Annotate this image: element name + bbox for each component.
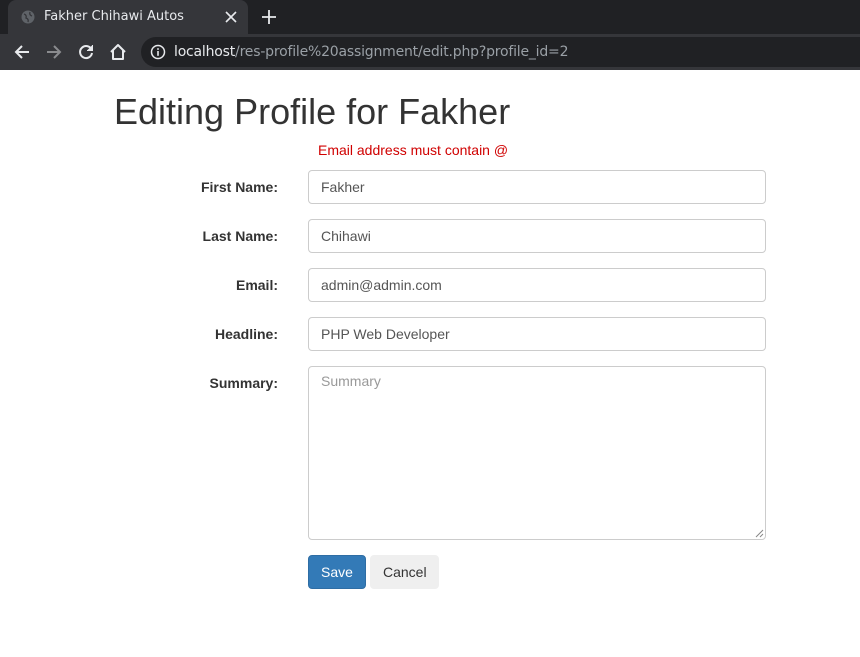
home-icon[interactable]	[108, 42, 128, 62]
close-icon[interactable]	[224, 10, 238, 24]
tab-title: Fakher Chihawi Autos	[44, 9, 184, 24]
first-name-input[interactable]	[308, 170, 766, 204]
first-name-label: First Name:	[200, 179, 278, 195]
page-title: Editing Profile for Fakher	[114, 91, 511, 132]
resize-grip-icon[interactable]	[754, 528, 764, 538]
info-icon[interactable]	[150, 44, 166, 60]
headline-label: Headline:	[214, 326, 278, 342]
reload-icon[interactable]	[76, 42, 96, 62]
url-path: /res-profile%20assignment/edit.php?profi…	[235, 44, 569, 60]
forward-arrow-icon[interactable]	[44, 42, 64, 62]
last-name-input[interactable]	[308, 219, 766, 253]
browser-tabstrip: Fakher Chihawi Autos	[0, 0, 860, 34]
cancel-button[interactable]: Cancel	[370, 555, 439, 589]
browser-toolbar: localhost/res-profile%20assignment/edit.…	[0, 34, 860, 70]
headline-input[interactable]	[308, 317, 766, 351]
address-bar[interactable]: localhost/res-profile%20assignment/edit.…	[141, 37, 860, 67]
browser-tab[interactable]: Fakher Chihawi Autos	[8, 0, 248, 34]
summary-textarea[interactable]	[308, 366, 766, 540]
error-message: Email address must contain @	[318, 142, 509, 158]
url-text: localhost/res-profile%20assignment/edit.…	[174, 44, 569, 60]
email-input[interactable]	[308, 268, 766, 302]
email-label: Email:	[235, 277, 278, 293]
back-arrow-icon[interactable]	[12, 42, 32, 62]
new-tab-icon[interactable]	[261, 9, 277, 25]
globe-icon	[21, 10, 35, 24]
save-button[interactable]: Save	[308, 555, 366, 589]
last-name-label: Last Name:	[202, 228, 278, 244]
summary-label: Summary:	[209, 375, 278, 391]
url-host: localhost	[174, 44, 236, 60]
